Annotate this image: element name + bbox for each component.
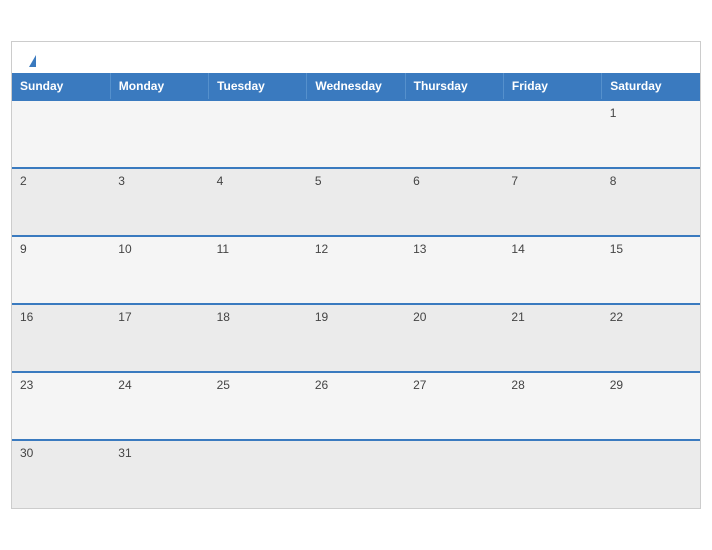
day-number: 21 <box>511 310 524 324</box>
calendar-day-cell <box>12 100 110 168</box>
day-header-sunday: Sunday <box>12 73 110 100</box>
day-number: 27 <box>413 378 426 392</box>
day-number: 14 <box>511 242 524 256</box>
calendar-header <box>12 42 700 73</box>
day-number: 20 <box>413 310 426 324</box>
day-header-thursday: Thursday <box>405 73 503 100</box>
day-number: 7 <box>511 174 518 188</box>
day-number: 11 <box>217 242 229 256</box>
day-number: 9 <box>20 242 27 256</box>
calendar-day-cell: 18 <box>209 304 307 372</box>
calendar-day-cell <box>209 100 307 168</box>
calendar-header-row: SundayMondayTuesdayWednesdayThursdayFrid… <box>12 73 700 100</box>
calendar-day-cell: 11 <box>209 236 307 304</box>
day-number: 30 <box>20 446 33 460</box>
calendar-week-row: 9 10 11 12 13 14 15 <box>12 236 700 304</box>
day-number: 16 <box>20 310 33 324</box>
logo-blue-text <box>27 52 36 68</box>
day-header-monday: Monday <box>110 73 208 100</box>
calendar-day-cell: 1 <box>602 100 700 168</box>
day-header-saturday: Saturday <box>602 73 700 100</box>
calendar-day-cell: 20 <box>405 304 503 372</box>
day-number: 23 <box>20 378 33 392</box>
day-number: 25 <box>217 378 230 392</box>
calendar-week-row: 30 31 <box>12 440 700 508</box>
calendar-day-cell <box>503 440 601 508</box>
calendar-day-cell <box>405 100 503 168</box>
calendar-day-cell: 23 <box>12 372 110 440</box>
day-header-friday: Friday <box>503 73 601 100</box>
day-number: 24 <box>118 378 131 392</box>
day-number: 12 <box>315 242 328 256</box>
day-number: 1 <box>610 106 617 120</box>
calendar-day-cell: 24 <box>110 372 208 440</box>
calendar-day-cell: 4 <box>209 168 307 236</box>
day-number: 31 <box>118 446 131 460</box>
calendar-day-cell: 14 <box>503 236 601 304</box>
day-number: 18 <box>217 310 230 324</box>
day-number: 22 <box>610 310 623 324</box>
calendar-day-cell: 2 <box>12 168 110 236</box>
logo <box>27 52 36 68</box>
calendar-day-cell: 9 <box>12 236 110 304</box>
calendar-day-cell: 15 <box>602 236 700 304</box>
calendar-day-cell <box>307 100 405 168</box>
day-number: 6 <box>413 174 420 188</box>
calendar-day-cell: 10 <box>110 236 208 304</box>
calendar-day-cell: 28 <box>503 372 601 440</box>
calendar-day-cell: 21 <box>503 304 601 372</box>
day-number: 13 <box>413 242 426 256</box>
day-number: 29 <box>610 378 623 392</box>
calendar-day-cell: 6 <box>405 168 503 236</box>
day-header-wednesday: Wednesday <box>307 73 405 100</box>
calendar-week-row: 2 3 4 5 6 7 8 <box>12 168 700 236</box>
calendar-day-cell: 26 <box>307 372 405 440</box>
calendar-day-cell <box>602 440 700 508</box>
calendar-day-cell: 30 <box>12 440 110 508</box>
calendar-day-cell: 29 <box>602 372 700 440</box>
day-number: 5 <box>315 174 322 188</box>
day-number: 3 <box>118 174 125 188</box>
day-header-tuesday: Tuesday <box>209 73 307 100</box>
calendar-grid: SundayMondayTuesdayWednesdayThursdayFrid… <box>12 73 700 508</box>
calendar-body: 1234567891011121314151617181920212223242… <box>12 100 700 508</box>
calendar-day-cell: 3 <box>110 168 208 236</box>
day-number: 17 <box>118 310 131 324</box>
calendar-week-row: 23 24 25 26 27 28 29 <box>12 372 700 440</box>
day-number: 15 <box>610 242 623 256</box>
day-number: 26 <box>315 378 328 392</box>
calendar-day-cell <box>307 440 405 508</box>
calendar-day-cell: 19 <box>307 304 405 372</box>
calendar-day-cell <box>110 100 208 168</box>
calendar-day-cell: 17 <box>110 304 208 372</box>
calendar-day-cell: 13 <box>405 236 503 304</box>
day-number: 10 <box>118 242 131 256</box>
calendar-day-cell: 16 <box>12 304 110 372</box>
calendar-day-cell: 7 <box>503 168 601 236</box>
logo-triangle-icon <box>29 55 36 67</box>
day-number: 2 <box>20 174 27 188</box>
calendar-day-cell <box>209 440 307 508</box>
calendar-container: SundayMondayTuesdayWednesdayThursdayFrid… <box>11 41 701 509</box>
calendar-day-cell: 25 <box>209 372 307 440</box>
calendar-day-cell: 27 <box>405 372 503 440</box>
calendar-day-cell <box>405 440 503 508</box>
calendar-week-row: 1 <box>12 100 700 168</box>
calendar-day-cell: 22 <box>602 304 700 372</box>
calendar-week-row: 16 17 18 19 20 21 22 <box>12 304 700 372</box>
calendar-day-cell: 31 <box>110 440 208 508</box>
day-number: 8 <box>610 174 617 188</box>
day-number: 4 <box>217 174 224 188</box>
day-number: 28 <box>511 378 524 392</box>
calendar-day-cell: 8 <box>602 168 700 236</box>
calendar-day-cell: 12 <box>307 236 405 304</box>
day-number: 19 <box>315 310 328 324</box>
calendar-day-cell <box>503 100 601 168</box>
calendar-day-cell: 5 <box>307 168 405 236</box>
